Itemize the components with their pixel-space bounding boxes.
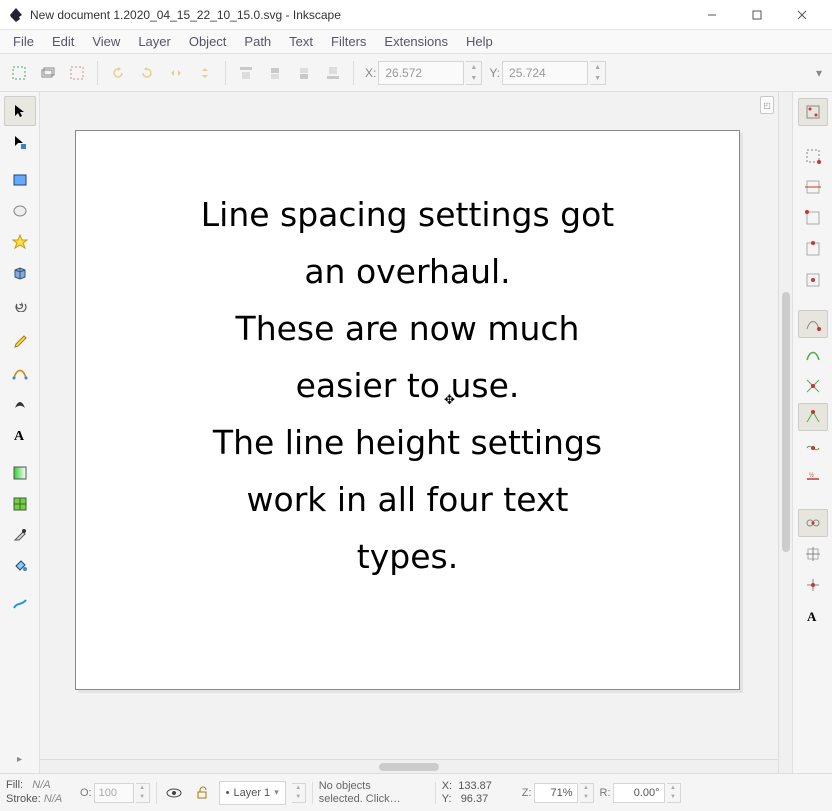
lower-icon[interactable]	[291, 60, 317, 86]
menu-layer[interactable]: Layer	[129, 31, 180, 52]
x-coord-label: X:	[365, 66, 376, 80]
canvas-text-object[interactable]: Line spacing settings got an overhaul. T…	[76, 131, 739, 689]
snap-nodes-icon[interactable]	[798, 310, 828, 338]
y-coord-label: Y:	[489, 66, 500, 80]
x-coord-input[interactable]: 26.572	[378, 61, 464, 85]
snap-bbox-corner-icon[interactable]	[798, 204, 828, 232]
menu-object[interactable]: Object	[180, 31, 236, 52]
raise-top-icon[interactable]	[233, 60, 259, 86]
toolbox-overflow-icon[interactable]: ▸	[13, 750, 26, 769]
snap-others-icon[interactable]	[798, 509, 828, 537]
lower-bottom-icon[interactable]	[320, 60, 346, 86]
snap-midpoint-icon[interactable]: ½	[798, 465, 828, 493]
svg-text:A: A	[807, 609, 817, 624]
menu-view[interactable]: View	[83, 31, 129, 52]
maximize-button[interactable]	[734, 0, 779, 29]
vertical-scrollbar[interactable]	[778, 92, 792, 773]
y-coord-spinner[interactable]: ▲▼	[590, 61, 606, 85]
opacity-spinner[interactable]: ▲▼	[136, 783, 150, 803]
snap-bbox-center-icon[interactable]	[798, 266, 828, 294]
horizontal-scrollbar[interactable]	[40, 759, 778, 773]
svg-text:A: A	[14, 429, 25, 443]
calligraphy-tool[interactable]	[4, 389, 36, 419]
tweak-tool[interactable]	[4, 589, 36, 619]
gradient-tool[interactable]	[4, 458, 36, 488]
ellipse-tool[interactable]	[4, 196, 36, 226]
zoom-label: Z:	[522, 787, 532, 799]
mesh-tool[interactable]	[4, 489, 36, 519]
document-page: Line spacing settings got an overhaul. T…	[75, 130, 740, 690]
pointer-coords: X: 133.87 Y: 96.37	[442, 780, 516, 805]
raise-icon[interactable]	[262, 60, 288, 86]
menu-text[interactable]: Text	[280, 31, 322, 52]
minimize-button[interactable]	[689, 0, 734, 29]
snap-text-icon[interactable]: A	[798, 602, 828, 630]
menu-edit[interactable]: Edit	[43, 31, 83, 52]
tool-options-bar: X: 26.572 ▲▼ Y: 25.724 ▲▼ ▾	[0, 54, 832, 92]
opacity-input[interactable]: 100	[94, 783, 134, 803]
fill-stroke-indicator[interactable]: Fill: N/A Stroke: N/A	[6, 779, 74, 805]
menu-help[interactable]: Help	[457, 31, 502, 52]
snap-smooth-icon[interactable]	[798, 434, 828, 462]
selector-tool[interactable]	[4, 96, 36, 126]
menu-path[interactable]: Path	[235, 31, 280, 52]
rotation-spinner[interactable]: ▲▼	[667, 783, 681, 803]
dropper-tool[interactable]	[4, 520, 36, 550]
select-all-icon[interactable]	[6, 60, 32, 86]
menu-filters[interactable]: Filters	[322, 31, 375, 52]
zoom-spinner[interactable]: ▲▼	[580, 783, 594, 803]
layer-lock-icon[interactable]	[191, 782, 213, 804]
snap-intersection-icon[interactable]	[798, 372, 828, 400]
inkscape-icon	[8, 7, 24, 23]
spiral-tool[interactable]	[4, 289, 36, 319]
snap-bbox-mid-icon[interactable]	[798, 235, 828, 263]
y-coord-input[interactable]: 25.724	[502, 61, 588, 85]
snap-bbox-icon[interactable]	[798, 142, 828, 170]
title-bar: New document 1.2020_04_15_22_10_15.0.svg…	[0, 0, 832, 30]
snap-cusp-icon[interactable]	[798, 403, 828, 431]
flip-h-icon[interactable]	[163, 60, 189, 86]
opacity-label: O:	[80, 787, 92, 799]
rotation-input[interactable]: 0.00°	[613, 783, 665, 803]
star-tool[interactable]	[4, 227, 36, 257]
flip-v-icon[interactable]	[192, 60, 218, 86]
x-coord-spinner[interactable]: ▲▼	[466, 61, 482, 85]
snap-center-icon[interactable]	[798, 540, 828, 568]
menu-extensions[interactable]: Extensions	[375, 31, 457, 52]
snap-enable-icon[interactable]	[798, 98, 828, 126]
optionbar-overflow-icon[interactable]: ▾	[812, 62, 826, 84]
status-message: No objects selected. Click…	[319, 780, 429, 804]
rotate-cw-icon[interactable]	[134, 60, 160, 86]
snap-path-icon[interactable]	[798, 341, 828, 369]
zoom-input[interactable]: 71%	[534, 783, 578, 803]
pencil-tool[interactable]	[4, 327, 36, 357]
deselect-icon[interactable]	[64, 60, 90, 86]
bezier-tool[interactable]	[4, 358, 36, 388]
paint-bucket-tool[interactable]	[4, 551, 36, 581]
rectangle-tool[interactable]	[4, 165, 36, 195]
text-tool[interactable]: A	[4, 420, 36, 450]
snap-bar: ½ A	[792, 92, 832, 773]
toolbox: A ▸	[0, 92, 40, 773]
canvas[interactable]: ◰ Line spacing settings got an overhaul.…	[40, 92, 778, 759]
box3d-tool[interactable]	[4, 258, 36, 288]
status-bar: Fill: N/A Stroke: N/A O: 100 ▲▼ •Layer 1…	[0, 773, 832, 811]
ruler-origin-icon[interactable]: ◰	[760, 96, 774, 114]
canvas-area: ◰ Line spacing settings got an overhaul.…	[40, 92, 778, 773]
layer-selector[interactable]: •Layer 1▾	[219, 781, 286, 805]
close-button[interactable]	[779, 0, 824, 29]
svg-text:½: ½	[809, 472, 814, 479]
menu-file[interactable]: File	[4, 31, 43, 52]
node-tool[interactable]	[4, 127, 36, 157]
layer-spinner[interactable]: ▲▼	[292, 783, 306, 803]
rotate-ccw-icon[interactable]	[105, 60, 131, 86]
menu-bar: File Edit View Layer Object Path Text Fi…	[0, 30, 832, 54]
layer-visibility-icon[interactable]	[163, 782, 185, 804]
select-layers-icon[interactable]	[35, 60, 61, 86]
snap-rotation-icon[interactable]	[798, 571, 828, 599]
rotation-label: R:	[600, 787, 611, 799]
snap-bbox-edge-icon[interactable]	[798, 173, 828, 201]
window-title: New document 1.2020_04_15_22_10_15.0.svg…	[30, 8, 689, 22]
